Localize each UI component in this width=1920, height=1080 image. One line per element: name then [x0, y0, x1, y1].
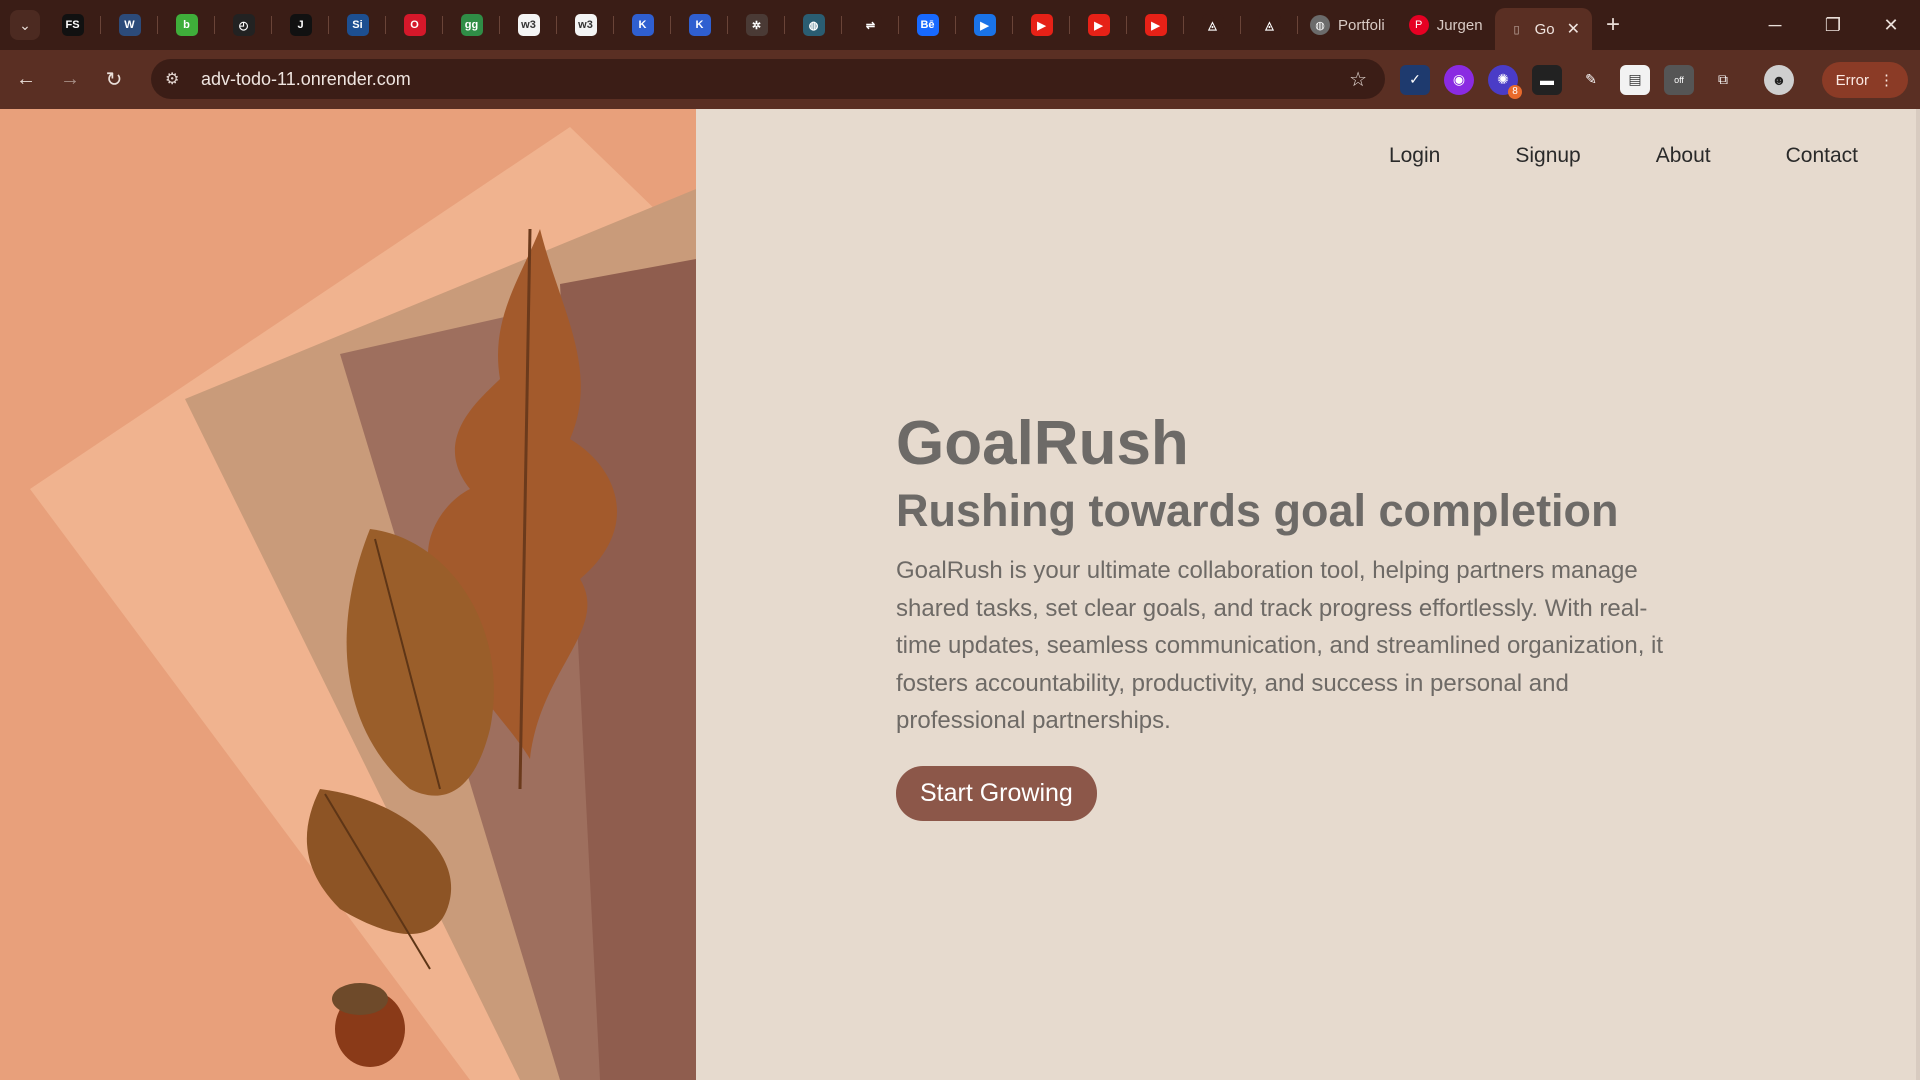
close-window-icon[interactable]: ✕ — [1862, 0, 1920, 50]
youtube-favicon-2: ▶ — [1087, 14, 1110, 36]
camera-extension-icon[interactable]: ▬ — [1532, 64, 1562, 95]
tab-label: Portfoli — [1338, 16, 1385, 34]
pinned-tab[interactable]: K — [614, 0, 671, 50]
pinned-tab[interactable]: ◬ — [1241, 0, 1298, 50]
page-scrollbar[interactable] — [1916, 109, 1920, 1080]
nav-signup-link[interactable]: Signup — [1515, 144, 1580, 168]
hero-tagline: Rushing towards goal completion — [896, 485, 1619, 536]
pinned-tabs: FS Wb ◴ J Si Ogg w3 w3 K K ✲ ◍ ⇌ Bē ▶ ▶ ▶ ▶ ◬ ◬ — [44, 0, 1298, 50]
minimize-icon[interactable]: ─ — [1746, 0, 1804, 50]
page-viewport: Login Signup About Contact GoalRush Rush… — [0, 109, 1920, 1080]
profile-avatar[interactable]: ☻ — [1764, 64, 1794, 95]
pinned-tab[interactable]: O — [386, 0, 443, 50]
pinned-tab[interactable]: b — [158, 0, 215, 50]
extension-badge: 8 — [1508, 84, 1522, 99]
autumn-leaves-image — [0, 109, 696, 1080]
hero-content: GoalRush Rushing towards goal completion… — [896, 409, 1676, 821]
puzzle-extensions-icon[interactable]: ⧉ — [1708, 65, 1738, 95]
nav-about-link[interactable]: About — [1656, 144, 1711, 168]
clock-favicon: ◴ — [232, 14, 255, 36]
close-icon[interactable]: ✕ — [1567, 19, 1580, 39]
pinned-tab[interactable]: ▶ — [956, 0, 1013, 50]
eyedropper-icon[interactable]: ✎ — [1576, 65, 1606, 95]
hero-panel: Login Signup About Contact GoalRush Rush… — [696, 109, 1920, 1080]
k-favicon-2: K — [688, 14, 711, 36]
hero-description: GoalRush is your ultimate collaboration … — [896, 557, 1664, 734]
bookmark-star-icon[interactable]: ☆ — [1349, 67, 1367, 92]
start-growing-button[interactable]: Start Growing — [896, 765, 1097, 821]
youtube-favicon: ▶ — [1030, 14, 1053, 36]
pinned-tab[interactable]: ◍ — [785, 0, 842, 50]
arrow-favicon: ⇌ — [859, 14, 882, 36]
menu-dots-icon: ⋮ — [1879, 72, 1894, 89]
pinned-tab[interactable]: Bē — [899, 0, 956, 50]
tab-label: Jurgen — [1436, 16, 1483, 34]
j-favicon: J — [289, 14, 312, 36]
tab-search-button[interactable]: ⌄ — [10, 10, 40, 40]
play-favicon: ▶ — [973, 14, 996, 36]
w3-favicon: w3 — [517, 14, 540, 36]
pinned-tab[interactable]: FS — [44, 0, 101, 50]
reload-icon[interactable]: ↻ — [92, 58, 136, 102]
pinned-tab[interactable]: ◴ — [215, 0, 272, 50]
nav-contact-link[interactable]: Contact — [1786, 144, 1858, 168]
site-info-icon[interactable]: ⚙ — [165, 69, 195, 89]
wave-favicon: W — [118, 14, 141, 36]
pinned-tab[interactable]: Si — [329, 0, 386, 50]
w3-favicon-2: w3 — [574, 14, 597, 36]
top-nav: Login Signup About Contact — [1389, 144, 1858, 168]
k-favicon: K — [631, 14, 654, 36]
pinned-tab[interactable]: W — [101, 0, 158, 50]
leaves-illustration — [0, 109, 696, 1080]
new-tab-button[interactable]: + — [1606, 11, 1620, 39]
pinned-tab[interactable]: ▶ — [1127, 0, 1184, 50]
tab-label: Go — [1534, 20, 1555, 38]
window-controls: ─ ❐ ✕ — [1746, 0, 1920, 50]
pinterest-icon: P — [1408, 15, 1429, 35]
pinned-tab[interactable]: J — [272, 0, 329, 50]
behance-favicon: Bē — [916, 14, 939, 36]
tab-portfolio[interactable]: ◍ Portfoli — [1298, 0, 1397, 50]
back-icon[interactable]: ← — [4, 58, 48, 102]
address-bar[interactable]: ⚙ adv-todo-11.onrender.com ☆ — [151, 59, 1385, 99]
tab-goalrush[interactable]: ▯ Go ✕ — [1494, 8, 1592, 50]
pinned-tab[interactable]: ⇌ — [842, 0, 899, 50]
tab-jurgen[interactable]: P Jurgen — [1397, 0, 1495, 50]
spark-extension-icon[interactable]: ✺ 8 — [1488, 64, 1522, 99]
green-circle-favicon: b — [175, 14, 198, 36]
error-button[interactable]: Error ⋮ — [1821, 62, 1908, 98]
opera-favicon: O — [403, 14, 426, 36]
document-icon: ▯ — [1513, 23, 1520, 36]
forward-icon[interactable]: → — [48, 58, 92, 102]
gg-favicon: gg — [460, 14, 483, 36]
pinned-tab[interactable]: ◬ — [1184, 0, 1241, 50]
off-extension-icon[interactable]: off — [1664, 64, 1694, 95]
youtube-favicon-3: ▶ — [1144, 14, 1167, 36]
pinned-tab[interactable]: ▶ — [1013, 0, 1070, 50]
browser-toolbar: ← → ↻ ⚙ adv-todo-11.onrender.com ☆ ✓ ◉ ✺… — [0, 50, 1920, 109]
si-favicon: Si — [346, 14, 369, 36]
brand-title: GoalRush — [896, 409, 1189, 478]
fs-favicon: FS — [61, 14, 84, 36]
nav-login-link[interactable]: Login — [1389, 144, 1440, 168]
pinned-tab[interactable]: ✲ — [728, 0, 785, 50]
pinned-tab[interactable]: w3 — [500, 0, 557, 50]
pinned-tab[interactable]: gg — [443, 0, 500, 50]
globe-icon: ◍ — [1310, 15, 1330, 35]
check-extension-icon[interactable]: ✓ — [1400, 64, 1430, 95]
globe-favicon: ◍ — [802, 14, 825, 36]
notes-extension-icon[interactable]: ▤ — [1620, 64, 1650, 95]
extensions-area: ✓ ◉ ✺ 8 ▬ ✎ ▤ off ⧉ ☻ — [1400, 50, 1794, 109]
triangle-favicon: ◬ — [1201, 14, 1224, 36]
triangle-favicon-2: ◬ — [1258, 14, 1281, 36]
pinned-tab[interactable]: K — [671, 0, 728, 50]
tab-strip: ⌄ FS Wb ◴ J Si Ogg w3 w3 K K ✲ ◍ ⇌ Bē ▶ ▶ ▶ ▶ ◬ ◬ ◍ Portfol… — [0, 0, 1920, 50]
network-favicon: ✲ — [745, 14, 768, 36]
error-label: Error — [1835, 71, 1869, 89]
purple-extension-icon[interactable]: ◉ — [1444, 64, 1474, 95]
pinned-tab[interactable]: ▶ — [1070, 0, 1127, 50]
url-text: adv-todo-11.onrender.com — [201, 68, 411, 89]
pinned-tab[interactable]: w3 — [557, 0, 614, 50]
restore-icon[interactable]: ❐ — [1804, 0, 1862, 50]
